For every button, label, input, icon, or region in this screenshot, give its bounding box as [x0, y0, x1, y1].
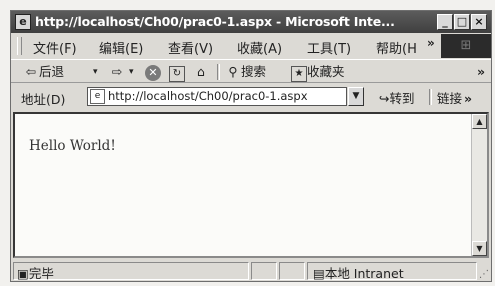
address-input[interactable]: e http://localhost/Ch00/prac0-1.aspx — [87, 87, 347, 106]
search-label: 搜索 — [241, 64, 267, 79]
standard-toolbar: ⇦ 后退 ▾ ⇨ ▾ ✕ ↻ ⌂ ⚲ 搜索 ★ 收藏夹 » — [11, 59, 491, 83]
address-label: 地址(D) — [21, 92, 66, 107]
window-title: http://localhost/Ch00/prac0-1.aspx - Mic… — [35, 14, 395, 29]
back-arrow-icon: ⇦ — [25, 64, 37, 79]
close-button[interactable]: × — [471, 14, 487, 30]
menu-bar: 文件(F) 编辑(E) 查看(V) 收藏(A) 工具(T) 帮助(H » — [11, 34, 491, 58]
address-dropdown-button[interactable]: ▼ — [348, 87, 364, 106]
page-content[interactable]: Hello World! ▲ ▼ — [13, 112, 489, 258]
links-label: 链接 — [437, 91, 463, 106]
forward-dropdown-chevron-icon[interactable]: ▾ — [129, 63, 134, 81]
toolbar-separator — [217, 64, 220, 80]
scroll-up-arrow-icon[interactable]: ▲ — [472, 114, 487, 129]
forward-arrow-icon: ⇨ — [111, 64, 123, 79]
menu-tools[interactable]: 工具(T) — [307, 38, 351, 57]
windows-flag-icon: ⊞ — [460, 38, 472, 53]
title-bar[interactable]: e http://localhost/Ch00/prac0-1.aspx - M… — [11, 11, 491, 33]
scroll-down-arrow-icon[interactable]: ▼ — [472, 241, 487, 256]
menubar-grip[interactable] — [17, 37, 22, 55]
back-button[interactable]: ⇦ 后退 — [23, 63, 64, 81]
back-dropdown-chevron-icon[interactable]: ▾ — [93, 63, 98, 81]
menu-edit[interactable]: 编辑(E) — [99, 38, 143, 57]
minimize-button[interactable]: _ — [437, 14, 453, 30]
address-url: http://localhost/Ch00/prac0-1.aspx — [108, 89, 308, 103]
maximize-button[interactable]: □ — [454, 14, 470, 30]
vertical-scrollbar[interactable]: ▲ ▼ — [471, 114, 487, 256]
menu-help[interactable]: 帮助(H — [376, 38, 417, 57]
forward-button[interactable]: ⇨ — [109, 63, 125, 81]
favorites-icon: ★ — [291, 66, 307, 82]
toolbar-overflow-chevron[interactable]: » — [477, 63, 485, 81]
menu-favorites[interactable]: 收藏(A) — [237, 38, 282, 57]
go-arrow-icon: ↪ — [379, 91, 390, 106]
status-bar: ▣完毕 ▤本地 Intranet ⋰ — [11, 260, 491, 281]
status-pane-blank — [251, 262, 277, 280]
back-label: 后退 — [39, 64, 65, 79]
browser-window: e http://localhost/Ch00/prac0-1.aspx - M… — [10, 10, 492, 282]
zone-label: 本地 Intranet — [324, 266, 404, 281]
windows-logo-throbber: ⊞ — [441, 34, 491, 58]
favorites-button[interactable]: ★ 收藏夹 — [291, 63, 345, 82]
stop-button[interactable]: ✕ — [145, 63, 161, 81]
refresh-button[interactable]: ↻ — [169, 63, 185, 82]
page-icon: e — [90, 89, 105, 104]
resize-grip-icon[interactable]: ⋰ — [479, 269, 489, 280]
go-label: 转到 — [389, 91, 415, 106]
page-body-text: Hello World! — [29, 138, 116, 154]
stop-icon: ✕ — [145, 65, 161, 81]
menu-view[interactable]: 查看(V) — [168, 38, 213, 57]
status-text: 完毕 — [28, 266, 54, 281]
address-bar: 地址(D) e http://localhost/Ch00/prac0-1.as… — [11, 84, 491, 110]
menu-file[interactable]: 文件(F) — [33, 38, 77, 57]
status-zone: ▤本地 Intranet — [313, 263, 404, 281]
home-button[interactable]: ⌂ — [193, 63, 209, 81]
home-icon: ⌂ — [197, 64, 205, 79]
menu-overflow-chevron[interactable]: » — [427, 36, 435, 50]
search-icon: ⚲ — [228, 64, 238, 79]
go-button[interactable]: ↪转到 — [379, 88, 415, 107]
links-button[interactable]: 链接» — [437, 88, 472, 107]
refresh-icon: ↻ — [169, 66, 185, 82]
intranet-zone-icon: ▤ — [313, 266, 325, 281]
links-overflow-chevron: » — [464, 91, 473, 106]
favorites-label: 收藏夹 — [307, 64, 345, 79]
search-button[interactable]: ⚲ 搜索 — [225, 63, 266, 81]
ie-page-done-icon: ▣ — [17, 266, 29, 281]
address-separator — [429, 89, 432, 105]
status-done: ▣完毕 — [17, 263, 54, 281]
ie-app-icon[interactable]: e — [15, 14, 31, 30]
status-pane-blank — [279, 262, 305, 280]
